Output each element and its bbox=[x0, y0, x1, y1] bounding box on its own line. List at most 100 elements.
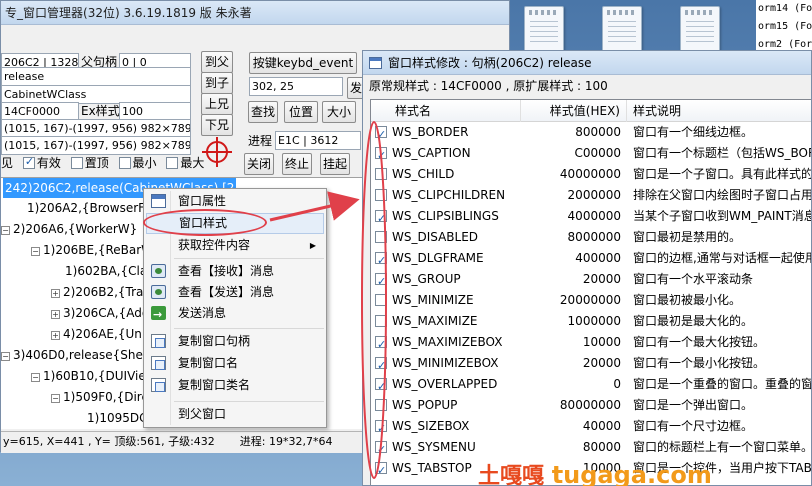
position-button[interactable]: 位置 bbox=[284, 101, 318, 123]
style-row[interactable]: WS_MAXIMIZEBOX 10000 窗口有一个最大化按钮。 bbox=[371, 332, 811, 353]
style-value-cell: 10000 bbox=[582, 335, 621, 349]
style-row[interactable]: WS_CLIPSIBLINGS 4000000 当某个子窗口收到WM_PAINT消息 bbox=[371, 206, 811, 227]
style-checkbox[interactable] bbox=[375, 355, 387, 374]
menu-item-copy-class-name[interactable]: 复制窗口类名 bbox=[146, 375, 324, 396]
style-checkbox[interactable] bbox=[375, 460, 387, 479]
tree-node[interactable]: −1)206BE,{ReBarW bbox=[31, 240, 153, 260]
tree-node[interactable]: +2)206B2,{Trav bbox=[51, 282, 151, 302]
style-checkbox[interactable] bbox=[375, 334, 387, 353]
terminate-button[interactable]: 终止 bbox=[282, 153, 312, 175]
style-list[interactable]: 样式名 样式值(HEX) 样式说明 WS_BORDER800000窗口有一个细线… bbox=[370, 99, 811, 485]
tree-node[interactable]: 1)1095DC bbox=[87, 408, 147, 428]
tree-node[interactable]: 1)206A2,{BrowserFra bbox=[27, 198, 156, 218]
style-checkbox[interactable] bbox=[375, 189, 387, 201]
style-checkbox[interactable] bbox=[375, 145, 387, 164]
collapse-icon[interactable]: − bbox=[31, 247, 40, 256]
style-row[interactable]: WS_OVERLAPPED 0 窗口是一个重叠的窗口。重叠的窗口 bbox=[371, 374, 811, 395]
coords-input[interactable]: 302, 25 bbox=[249, 77, 343, 96]
next-sibling-button[interactable]: 下兄 bbox=[201, 114, 233, 136]
maximized-checkbox[interactable]: 最大 bbox=[166, 156, 204, 170]
close-window-button[interactable]: 关闭 bbox=[244, 153, 274, 175]
size-button[interactable]: 大小 bbox=[322, 101, 356, 123]
style-row[interactable]: WS_CHILD 40000000 窗口是一个子窗口。具有此样式的 bbox=[371, 164, 811, 185]
style-row[interactable]: WS_GROUP 20000 窗口有一个水平滚动条 bbox=[371, 269, 811, 290]
style-name-cell: WS_CLIPCHILDREN bbox=[375, 185, 525, 206]
style-row[interactable]: WS_SYSMENU 80000 窗口的标题栏上有一个窗口菜单。 bbox=[371, 437, 811, 458]
tree-node[interactable]: −2)206A6,{WorkerW} bbox=[1, 219, 137, 239]
collapse-icon[interactable]: − bbox=[31, 373, 40, 382]
style-desc-cell: 窗口是一个弹出窗口。 bbox=[633, 398, 754, 412]
enabled-checkbox[interactable]: 有效 bbox=[22, 155, 61, 170]
style-window-title-bar[interactable]: 窗口样式修改 : 句柄(206C2) release bbox=[363, 51, 811, 75]
topmost-checkbox[interactable]: 置顶 bbox=[70, 156, 109, 170]
style-checkbox[interactable] bbox=[375, 250, 387, 269]
style-row[interactable]: WS_DLGFRAME 400000 窗口的边框,通常与对话框一起使用 bbox=[371, 248, 811, 269]
style-checkbox[interactable] bbox=[375, 418, 387, 437]
menu-item-view-sent-messages[interactable]: 查看【发送】消息 bbox=[146, 282, 324, 303]
notepad-file-icon[interactable] bbox=[680, 6, 720, 52]
prev-sibling-button[interactable]: 上兄 bbox=[201, 93, 233, 115]
tree-node[interactable]: +4)206AE,{Univ bbox=[51, 324, 152, 344]
window-title-bar[interactable]: 专_ 窗口管理器(32位) 3.6.19.1819 版 朱永著 bbox=[1, 1, 509, 25]
go-child-button[interactable]: 到子 bbox=[201, 72, 233, 94]
collapse-icon[interactable]: − bbox=[1, 352, 10, 361]
style-checkbox[interactable] bbox=[375, 294, 387, 306]
style-checkbox[interactable] bbox=[375, 124, 387, 143]
style-checkbox[interactable] bbox=[375, 168, 387, 180]
style-value-cell: 1000000 bbox=[567, 314, 621, 328]
style-row[interactable]: WS_MINIMIZEBOX 20000 窗口有一个最小化按钮。 bbox=[371, 353, 811, 374]
visible-checkbox[interactable]: 见 bbox=[1, 156, 13, 170]
minimized-checkbox[interactable]: 最小 bbox=[118, 156, 157, 170]
menu-item-copy-window-name[interactable]: 复制窗口名 bbox=[146, 353, 324, 374]
expand-icon[interactable]: + bbox=[51, 310, 60, 319]
style-row[interactable]: WS_MINIMIZE 20000000 窗口最初被最小化。 bbox=[371, 290, 811, 311]
style-row[interactable]: WS_DISABLED 8000000 窗口最初是禁用的。 bbox=[371, 227, 811, 248]
style-desc-cell: 窗口有一个最小化按钮。 bbox=[633, 356, 766, 370]
menu-item-send-message[interactable]: 发送消息 bbox=[146, 303, 324, 325]
column-header-style-name[interactable]: 样式名 bbox=[371, 100, 521, 122]
style-checkbox[interactable] bbox=[375, 376, 387, 395]
process-field[interactable]: E1C | 3612 bbox=[275, 131, 361, 150]
collapse-icon[interactable]: − bbox=[51, 394, 60, 403]
style-checkbox[interactable] bbox=[375, 399, 387, 411]
collapse-icon[interactable]: − bbox=[1, 226, 10, 235]
tree-node[interactable]: +3)206CA,{Add bbox=[51, 303, 150, 323]
menu-item-go-to-parent[interactable]: 到父窗口 bbox=[146, 404, 324, 425]
style-row[interactable]: WS_CLIPCHILDREN 2000000 排除在父窗口内绘图时子窗口占用 bbox=[371, 185, 811, 206]
style-checkbox[interactable] bbox=[375, 208, 387, 227]
menu-item-get-control-content[interactable]: 获取控件内容 ▶ bbox=[146, 235, 324, 256]
go-parent-button[interactable]: 到父 bbox=[201, 51, 233, 73]
notepad-file-icon[interactable] bbox=[524, 6, 564, 52]
style-row[interactable]: WS_BORDER 800000 窗口有一个细线边框。 bbox=[371, 122, 811, 143]
style-row[interactable]: WS_CAPTION C00000 窗口有一个标题栏（包括WS_BOR bbox=[371, 143, 811, 164]
keybd-event-button[interactable]: 按键keybd_event bbox=[249, 52, 357, 74]
tree-node[interactable]: −1)60B10,{DUIVie bbox=[31, 366, 146, 386]
style-checkbox[interactable] bbox=[375, 271, 387, 290]
copy-icon bbox=[151, 378, 166, 392]
style-name: WS_MAXIMIZE bbox=[392, 314, 478, 328]
tree-node[interactable]: 1)602BA,{Clas bbox=[65, 261, 153, 281]
style-checkbox[interactable] bbox=[375, 231, 387, 243]
style-row[interactable]: WS_SIZEBOX 40000 窗口有一个尺寸边框。 bbox=[371, 416, 811, 437]
expand-icon[interactable]: + bbox=[51, 289, 60, 298]
find-button[interactable]: 查找 bbox=[248, 101, 278, 123]
menu-item-view-received-messages[interactable]: 查看【接收】消息 bbox=[146, 261, 324, 282]
window-text-field[interactable]: release bbox=[1, 67, 191, 86]
client-rect-field[interactable]: (1015, 167)-(1997, 956) 982×789 bbox=[1, 136, 191, 155]
style-row[interactable]: WS_MAXIMIZE 1000000 窗口最初是最大化的。 bbox=[371, 311, 811, 332]
column-header-style-value[interactable]: 样式值(HEX) bbox=[521, 100, 627, 122]
style-desc-cell: 窗口最初被最小化。 bbox=[633, 293, 742, 307]
tree-node[interactable]: −3)406D0,release{She bbox=[1, 345, 143, 365]
notepad-file-icon[interactable] bbox=[602, 6, 642, 52]
target-crosshair-icon[interactable] bbox=[202, 137, 232, 167]
menu-item-copy-handle[interactable]: 复制窗口句柄 bbox=[146, 331, 324, 352]
menu-item-window-properties[interactable]: 窗口属性 bbox=[146, 191, 324, 212]
style-value-cell: 4000000 bbox=[567, 209, 621, 223]
column-header-style-desc[interactable]: 样式说明 bbox=[627, 100, 811, 122]
style-checkbox[interactable] bbox=[375, 439, 387, 458]
style-checkbox[interactable] bbox=[375, 315, 387, 327]
style-row[interactable]: WS_POPUP 80000000 窗口是一个弹出窗口。 bbox=[371, 395, 811, 416]
suspend-button[interactable]: 挂起 bbox=[320, 153, 350, 175]
tree-node[interactable]: −1)509F0,{Direc bbox=[51, 387, 155, 407]
expand-icon[interactable]: + bbox=[51, 331, 60, 340]
